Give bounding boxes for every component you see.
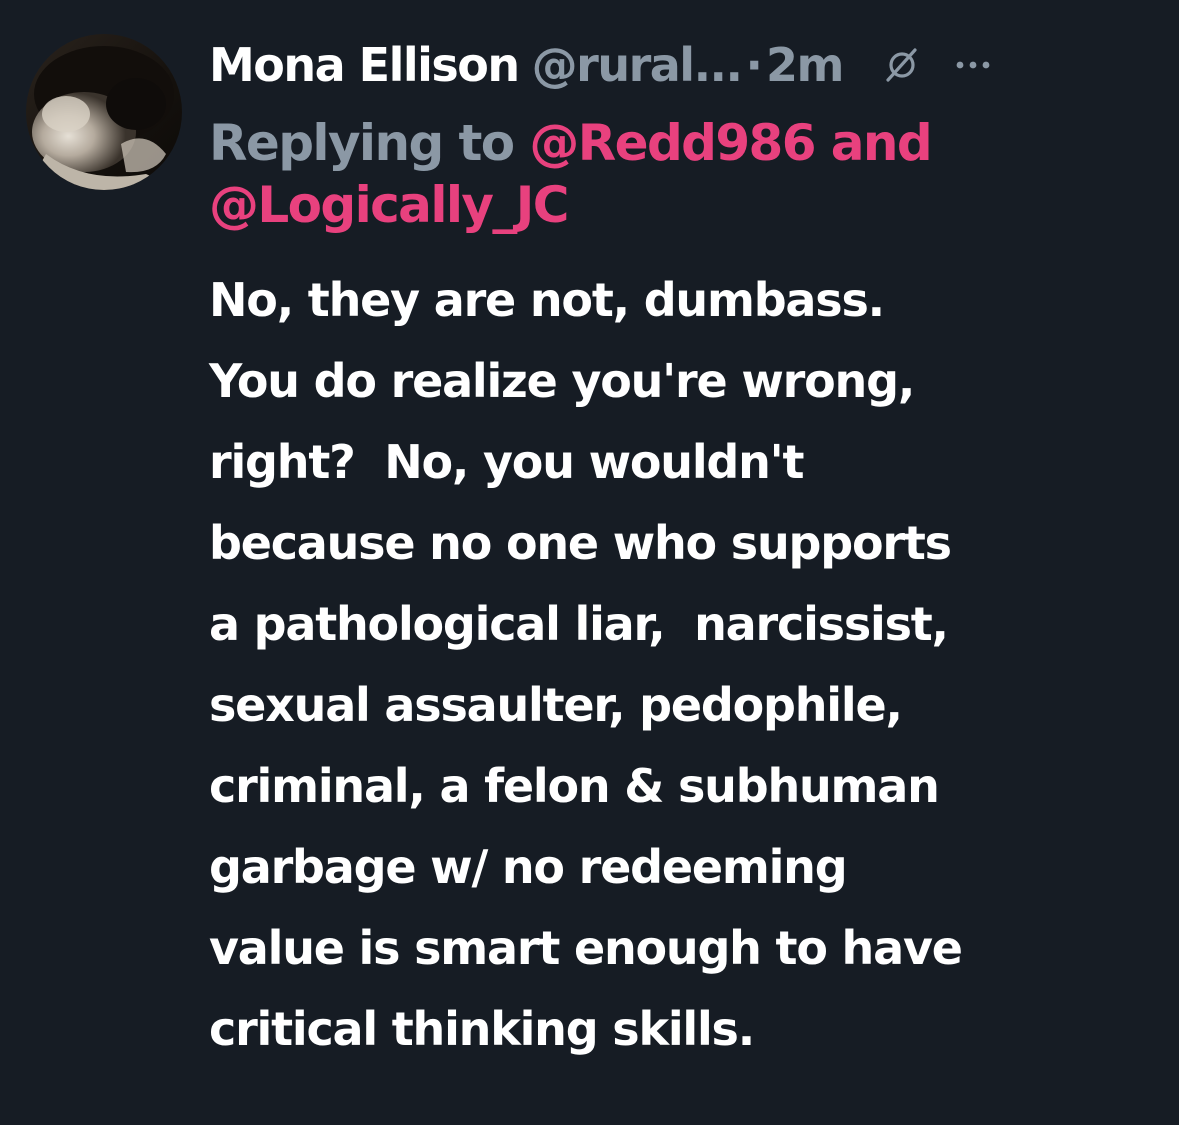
- tweet-body: No, they are not, dumbass. You do realiz…: [209, 260, 1169, 1070]
- replying-to: Replying to @Redd986 and @Logically_JC: [209, 112, 1109, 236]
- tweet-body-line: No, they are not, dumbass.: [209, 273, 885, 327]
- mention-joiner: and: [830, 114, 933, 172]
- tweet-body-line: criminal, a felon & subhuman: [209, 759, 940, 813]
- more-dots-icon[interactable]: [953, 45, 993, 85]
- tweet-body-line: critical thinking skills.: [209, 1002, 755, 1056]
- cat-photo-avatar-image: [26, 34, 182, 190]
- user-handle[interactable]: @rural...: [532, 38, 743, 92]
- tweet[interactable]: Mona Ellison @rural... · 2m Replying to: [0, 0, 1179, 1125]
- avatar[interactable]: [26, 34, 182, 190]
- timestamp[interactable]: 2m: [766, 38, 844, 92]
- mention-logically-jc[interactable]: @Logically_JC: [209, 176, 569, 234]
- tweet-body-line: value is smart enough to have: [209, 921, 963, 975]
- separator-dot: ·: [745, 38, 763, 92]
- display-name[interactable]: Mona Ellison: [209, 38, 520, 92]
- tweet-header: Mona Ellison @rural... · 2m: [209, 28, 1159, 102]
- tweet-content: Mona Ellison @rural... · 2m Replying to: [209, 28, 1159, 1070]
- grok-slash-icon[interactable]: [881, 44, 923, 86]
- replying-label: Replying to: [209, 114, 515, 172]
- tweet-body-line: You do realize you're wrong,: [209, 354, 915, 408]
- tweet-body-line: right? No, you wouldn't: [209, 435, 805, 489]
- tweet-body-line: sexual assaulter, pedophile,: [209, 678, 903, 732]
- tweet-body-line: a pathological liar, narcissist,: [209, 597, 949, 651]
- mention-redd986[interactable]: @Redd986: [529, 114, 816, 172]
- tweet-body-line: because no one who supports: [209, 516, 952, 570]
- tweet-body-line: garbage w/ no redeeming: [209, 840, 848, 894]
